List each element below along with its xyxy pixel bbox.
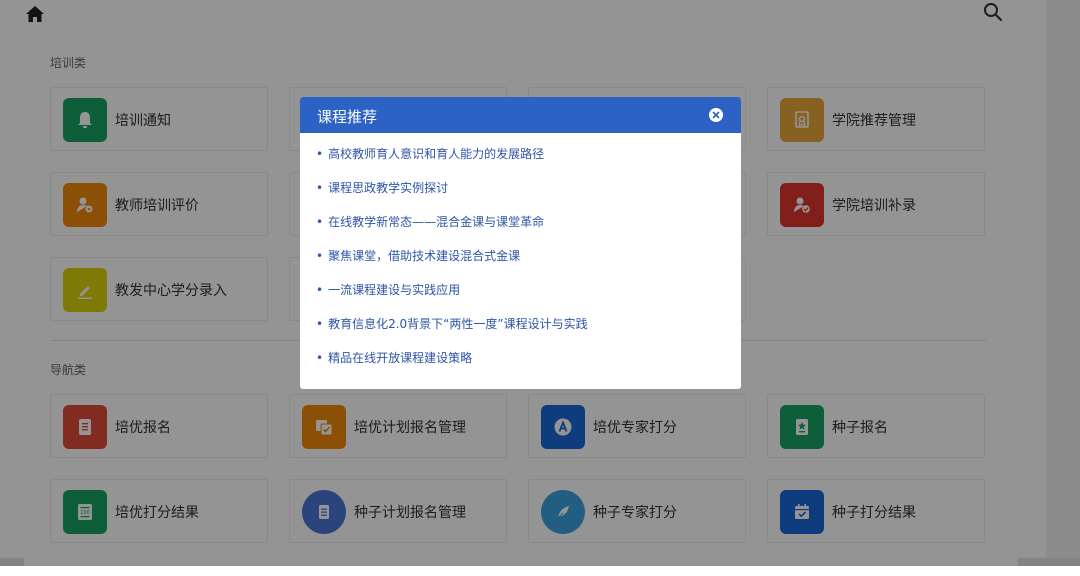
- course-link[interactable]: 精品在线开放课程建设策略: [316, 349, 588, 383]
- course-list: 高校教师育人意识和育人能力的发展路径 课程思政教学实例探讨 在线教学新常态——混…: [316, 145, 588, 383]
- course-recommend-dialog: 课程推荐 高校教师育人意识和育人能力的发展路径 课程思政教学实例探讨 在线教学新…: [300, 97, 741, 389]
- course-link[interactable]: 一流课程建设与实践应用: [316, 281, 588, 315]
- course-link[interactable]: 高校教师育人意识和育人能力的发展路径: [316, 145, 588, 179]
- dialog-header: 课程推荐: [300, 97, 741, 133]
- close-button[interactable]: [709, 108, 723, 122]
- course-link[interactable]: 在线教学新常态——混合金课与课堂革命: [316, 213, 588, 247]
- course-link[interactable]: 教育信息化2.0背景下“两性一度”课程设计与实践: [316, 315, 588, 349]
- dialog-title: 课程推荐: [317, 108, 378, 126]
- course-link[interactable]: 聚焦课堂，借助技术建设混合式金课: [316, 247, 588, 281]
- course-link[interactable]: 课程思政教学实例探讨: [316, 179, 588, 213]
- close-icon: [712, 111, 720, 119]
